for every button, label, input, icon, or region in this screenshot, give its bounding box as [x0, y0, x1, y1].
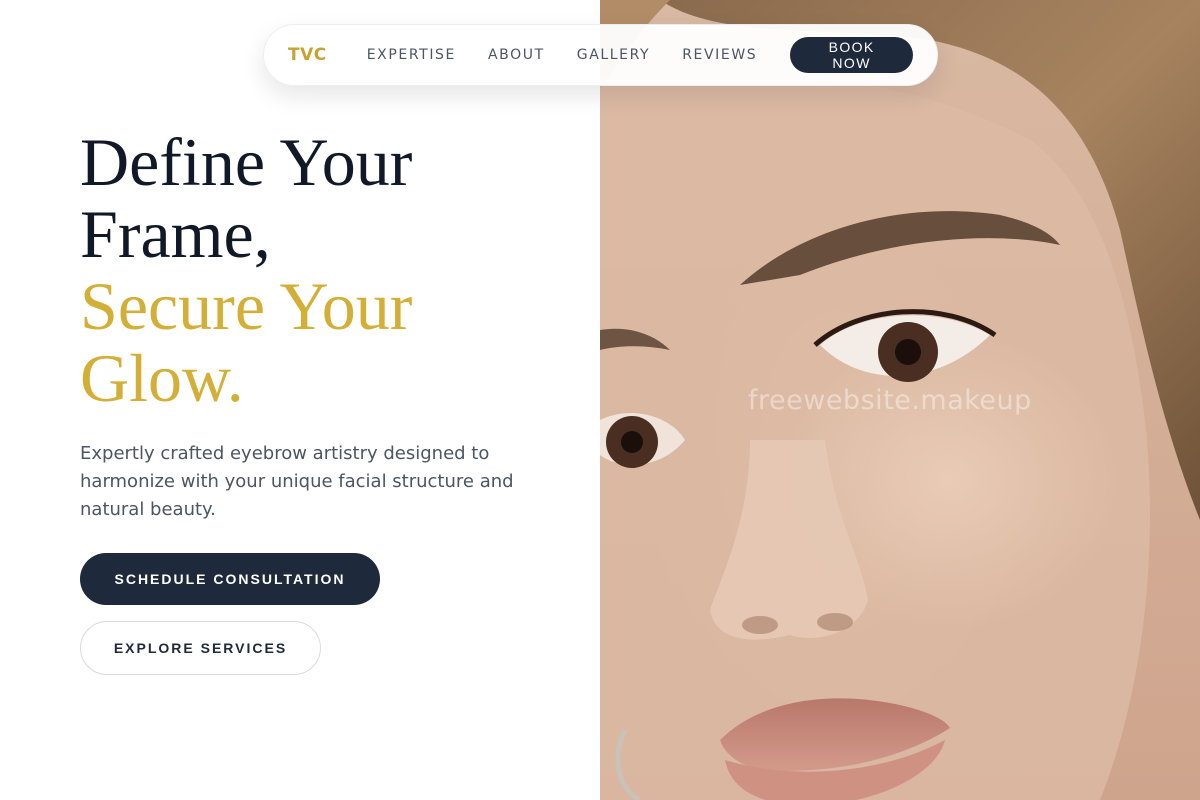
nostril-left	[742, 616, 778, 634]
nostril-right	[817, 613, 853, 631]
headline-line-2: Frame,	[80, 196, 271, 272]
brand-logo[interactable]: TVC	[288, 45, 327, 65]
nav-link-gallery[interactable]: GALLERY	[577, 47, 650, 63]
hero-portrait-image: freewebsite.makeup	[600, 0, 1200, 800]
nav-link-about[interactable]: ABOUT	[488, 47, 545, 63]
headline-line-1: Define Your	[80, 124, 413, 200]
eye-left-pupil	[621, 431, 643, 453]
hero-headline: Define Your Frame, Secure Your Glow.	[80, 126, 560, 414]
page: freewebsite.makeup TVC EXPERTISE ABOUT G…	[0, 0, 1200, 800]
hero-section: Define Your Frame, Secure Your Glow. Exp…	[80, 126, 560, 675]
book-now-button[interactable]: BOOK NOW	[790, 37, 913, 73]
headline-line-3: Secure Your	[80, 268, 413, 344]
nav-link-expertise[interactable]: EXPERTISE	[367, 47, 456, 63]
schedule-consultation-button[interactable]: SCHEDULE CONSULTATION	[80, 553, 380, 605]
eye-right-pupil	[895, 339, 921, 365]
hero-description: Expertly crafted eyebrow artistry design…	[80, 443, 514, 520]
nav-link-reviews[interactable]: REVIEWS	[682, 47, 757, 63]
headline-line-4: Glow.	[80, 340, 244, 416]
explore-services-button[interactable]: EXPLORE SERVICES	[80, 621, 321, 675]
top-navigation: TVC EXPERTISE ABOUT GALLERY REVIEWS BOOK…	[263, 24, 938, 86]
watermark-text: freewebsite.makeup	[748, 385, 1032, 416]
